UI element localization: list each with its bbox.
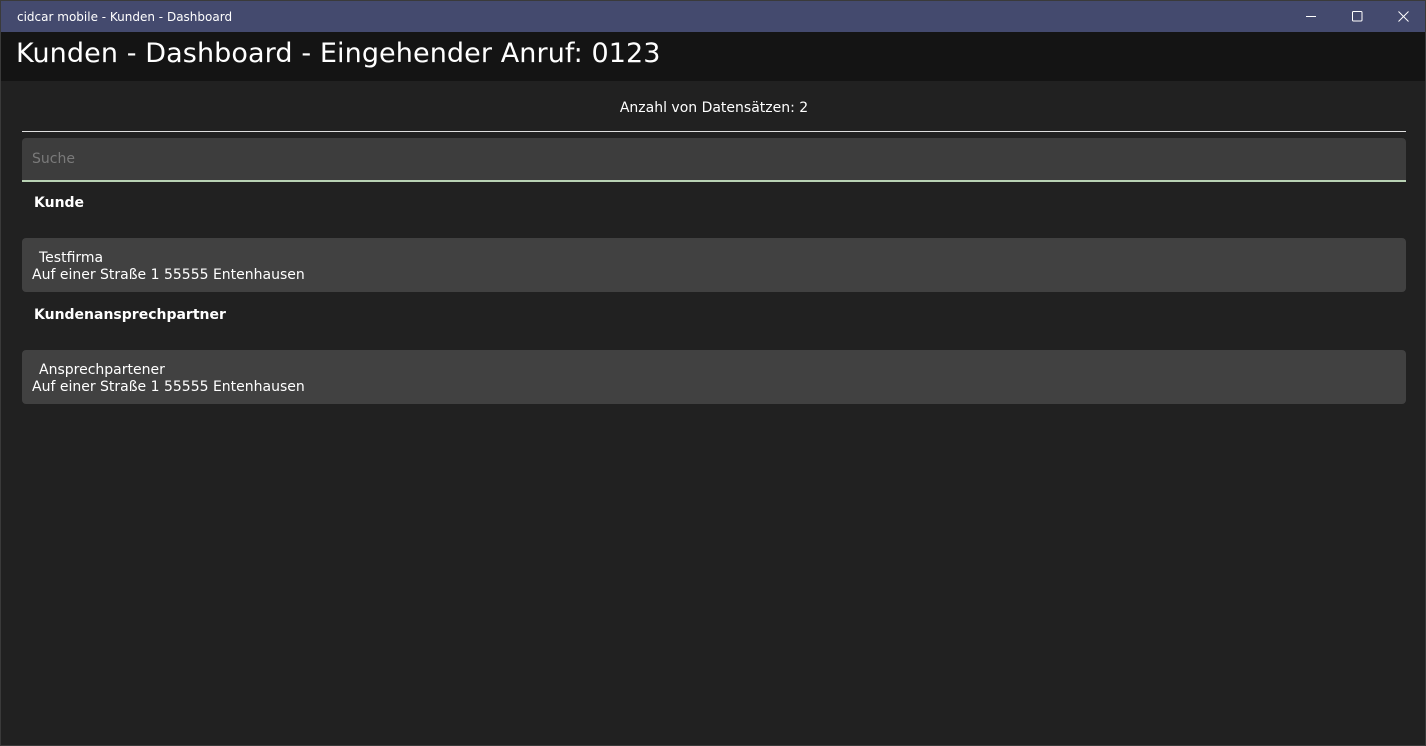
app-window: cidcar mobile - Kunden - Dashboard Kunde… bbox=[0, 0, 1426, 746]
search-field[interactable] bbox=[22, 138, 1406, 182]
minimize-button[interactable] bbox=[1288, 1, 1334, 32]
list-item-address: Auf einer Straße 1 55555 Entenhausen bbox=[32, 267, 305, 283]
minimize-icon bbox=[1305, 11, 1317, 22]
page-header: Kunden - Dashboard - Eingehender Anruf: … bbox=[1, 32, 1425, 81]
list-item[interactable]: Ansprechpartener Auf einer Straße 1 5555… bbox=[22, 350, 1406, 404]
search-input[interactable] bbox=[32, 138, 1392, 180]
page-title: Kunden - Dashboard - Eingehender Anruf: … bbox=[16, 38, 661, 69]
record-count-label: Anzahl von Datensätzen: 2 bbox=[619, 100, 809, 116]
section-label-kunde: Kunde bbox=[34, 195, 85, 211]
window-title: cidcar mobile - Kunden - Dashboard bbox=[17, 10, 233, 24]
list-item-address: Auf einer Straße 1 55555 Entenhausen bbox=[32, 379, 305, 395]
section-label-kundenansprechpartner: Kundenansprechpartner bbox=[34, 307, 226, 323]
title-bar[interactable]: cidcar mobile - Kunden - Dashboard bbox=[1, 1, 1425, 32]
maximize-button[interactable] bbox=[1334, 1, 1380, 32]
divider bbox=[22, 131, 1406, 132]
list-item-name: Ansprechpartener bbox=[39, 362, 165, 378]
maximize-icon bbox=[1351, 11, 1363, 22]
close-button[interactable] bbox=[1380, 1, 1426, 32]
list-item[interactable]: Testfirma Auf einer Straße 1 55555 Enten… bbox=[22, 238, 1406, 292]
close-icon bbox=[1397, 11, 1409, 22]
list-item-name: Testfirma bbox=[39, 250, 104, 266]
